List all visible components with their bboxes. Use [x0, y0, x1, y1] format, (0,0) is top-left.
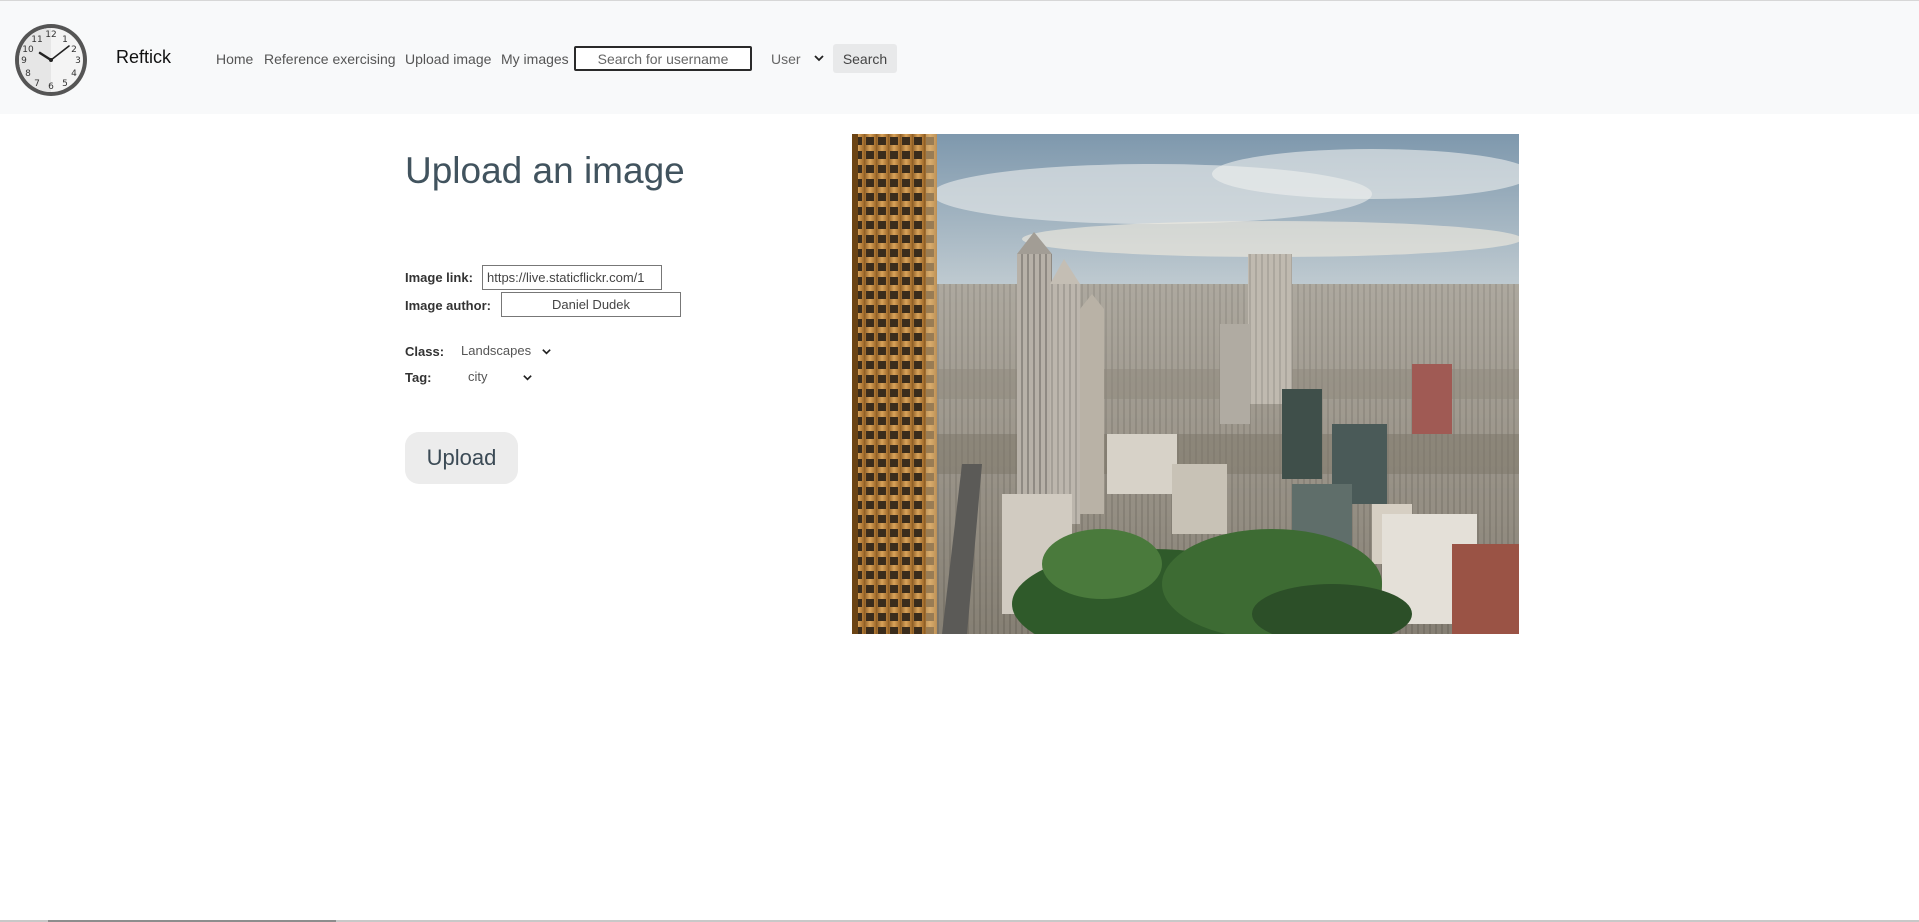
clock-numeral: 12 [45, 30, 56, 40]
class-select-value: Landscapes [461, 343, 532, 358]
tag-label: Tag: [405, 370, 432, 385]
chevron-down-icon [522, 375, 532, 381]
nav-upload-image[interactable]: Upload image [405, 51, 491, 67]
search-button[interactable]: Search [833, 44, 897, 73]
image-author-label: Image author: [405, 298, 491, 313]
chevron-down-icon [814, 55, 824, 62]
chevron-down-icon [541, 349, 551, 355]
clock-numeral: 4 [71, 69, 77, 79]
clock-numeral: 1 [62, 35, 68, 45]
clock-numeral: 5 [62, 79, 68, 89]
brand-name[interactable]: Reftick [116, 47, 171, 68]
class-label: Class: [405, 344, 445, 359]
image-link-label: Image link: [405, 270, 473, 285]
navbar: 12 1 2 3 4 5 6 7 8 9 10 11 Reftick Home … [0, 1, 1919, 114]
tag-select[interactable]: city [468, 369, 533, 384]
clock-numeral: 9 [21, 56, 27, 66]
nav-home[interactable]: Home [216, 51, 253, 67]
uploaded-image-preview [852, 134, 1519, 634]
page-title: Upload an image [405, 150, 685, 191]
clock-numeral: 3 [75, 56, 81, 66]
clock-numeral: 7 [34, 79, 40, 89]
clock-numeral: 11 [31, 35, 42, 45]
class-select[interactable]: Landscapes [461, 343, 552, 358]
search-input[interactable] [574, 46, 752, 71]
nav-my-images[interactable]: My images [501, 51, 569, 67]
image-link-input[interactable] [482, 265, 662, 290]
image-author-input[interactable] [501, 292, 681, 317]
search-type-value: User [771, 50, 801, 67]
clock-numeral: 2 [71, 45, 77, 55]
upload-button[interactable]: Upload [405, 432, 518, 484]
clock-numeral: 10 [22, 45, 34, 55]
tag-select-value: city [468, 369, 488, 384]
nav-reference-exercising[interactable]: Reference exercising [264, 51, 396, 67]
clock-numeral: 8 [25, 69, 31, 79]
clock-icon[interactable]: 12 1 2 3 4 5 6 7 8 9 10 11 [13, 22, 89, 98]
clock-numeral: 6 [48, 82, 54, 92]
search-type-select[interactable]: User [765, 45, 829, 72]
